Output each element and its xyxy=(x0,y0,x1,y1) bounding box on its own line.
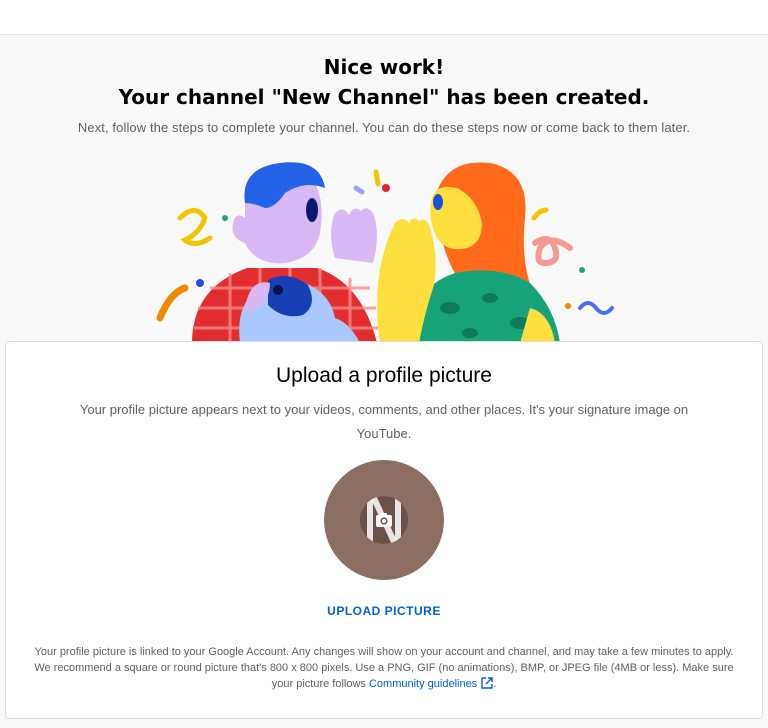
profile-avatar[interactable] xyxy=(324,460,444,580)
page-subtitle: Next, follow the steps to complete your … xyxy=(77,120,691,135)
profile-picture-footnote: Your profile picture is linked to your G… xyxy=(34,646,734,690)
heading-line-2: Your channel "New Channel" has been crea… xyxy=(118,85,650,109)
heading-line-1: Nice work! xyxy=(323,55,445,79)
camera-icon xyxy=(376,513,392,527)
community-guidelines-link[interactable]: Community guidelines xyxy=(368,677,493,690)
external-link-icon xyxy=(481,677,493,689)
card-description: Your profile picture appears next to you… xyxy=(79,402,689,441)
card-title: Upload a profile picture xyxy=(276,364,492,387)
upload-picture-button[interactable]: UPLOAD PICTURE xyxy=(324,599,444,623)
celebration-illustration xyxy=(156,162,614,343)
top-bar xyxy=(0,0,768,35)
page-heading: Nice work! Your channel "New Channel" ha… xyxy=(0,52,768,112)
profile-picture-card: Upload a profile picture Your profile pi… xyxy=(5,341,763,719)
community-guidelines-label: Community guidelines xyxy=(368,678,478,690)
